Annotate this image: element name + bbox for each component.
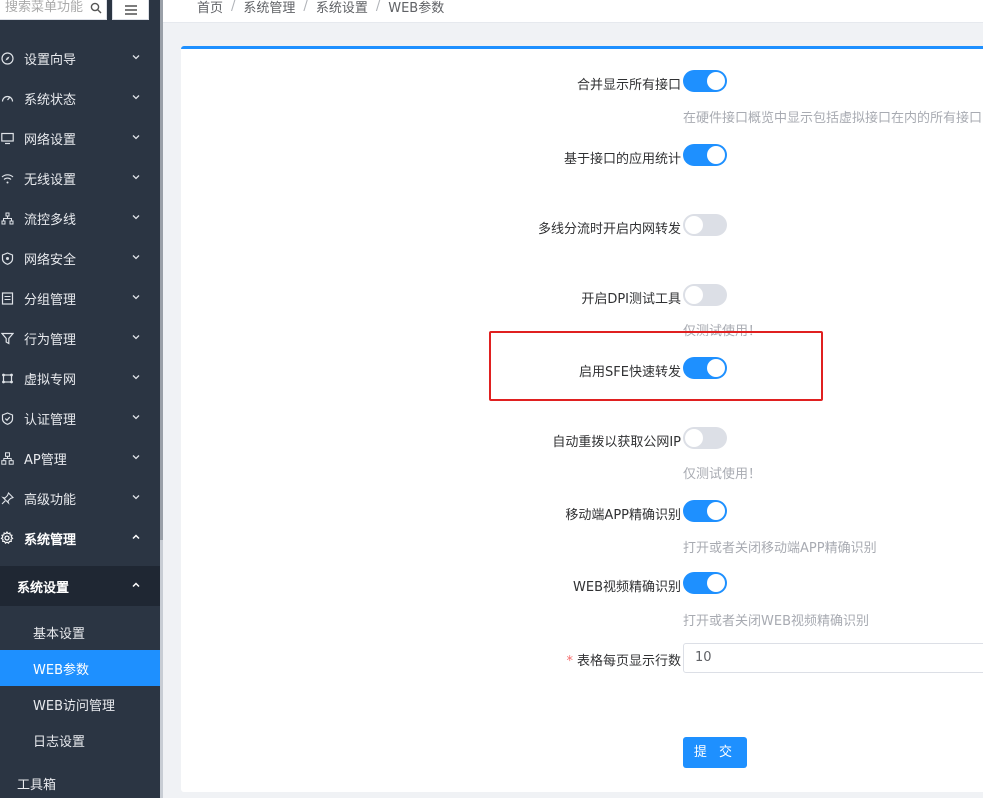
wifi-icon: [0, 171, 14, 185]
sidebar: 搜索菜单功能 设置向导 系统状态 网络设置 无线设置 流控多线 网络安全 分组管…: [0, 0, 160, 798]
breadcrumb-current: WEB参数: [388, 0, 445, 16]
menu-item-flow-control[interactable]: 流控多线: [0, 198, 160, 238]
menu-item-behavior-management[interactable]: 行为管理: [0, 318, 160, 358]
auto-redial-hint: 仅测试使用！: [683, 467, 762, 482]
shield-icon: [0, 251, 14, 265]
breadcrumb-system-management[interactable]: 系统管理: [243, 0, 295, 16]
interface-app-stats-switch[interactable]: [683, 144, 727, 166]
mobile-app-recognition-switch[interactable]: [683, 500, 727, 522]
chevron-up-icon: [132, 582, 140, 588]
rows-per-page-label: * 表格每页显示行数: [381, 650, 681, 669]
menu-item-network-settings[interactable]: 网络设置: [0, 118, 160, 158]
filter-icon: [0, 331, 14, 345]
group-icon: [0, 291, 14, 305]
web-video-recognition-label: WEB视频精确识别: [573, 580, 681, 595]
menu-item-vpn[interactable]: 虚拟专网: [0, 358, 160, 398]
switch-knob: [707, 72, 725, 90]
web-video-recognition-switch[interactable]: [683, 572, 727, 594]
main-menu: 设置向导 系统状态 网络设置 无线设置 流控多线 网络安全 分组管理 行为管理 …: [0, 38, 160, 558]
menu-toggle-button[interactable]: [112, 0, 149, 20]
merge-interfaces-hint: 在硬件接口概览中显示包括虚拟接口在内的所有接口: [683, 111, 983, 126]
chevron-down-icon: [132, 55, 140, 60]
search-icon[interactable]: [90, 2, 102, 14]
sidebar-item-web-params[interactable]: WEB参数: [0, 650, 160, 686]
sidebar-item-web-access[interactable]: WEB访问管理: [0, 686, 160, 722]
search-row: 搜索菜单功能: [0, 0, 160, 22]
dpi-test-switch[interactable]: [683, 284, 727, 306]
compass-icon: [0, 51, 14, 65]
switch-knob: [685, 286, 703, 304]
auto-redial-switch[interactable]: [683, 427, 727, 449]
chevron-down-icon: [132, 215, 140, 220]
lan-forward-label: 多线分流时开启内网转发: [537, 222, 681, 237]
lan-forward-switch[interactable]: [683, 214, 727, 236]
breadcrumb-separator: /: [303, 0, 308, 14]
merge-interfaces-label: 合并显示所有接口: [576, 78, 681, 93]
submit-button[interactable]: 提 交: [683, 737, 747, 768]
chevron-down-icon: [132, 375, 140, 380]
switch-knob: [707, 146, 725, 164]
submenu-system-settings[interactable]: 系统设置: [0, 566, 160, 606]
topology-icon: [0, 451, 14, 465]
gauge-icon: [0, 91, 14, 105]
search-input[interactable]: 搜索菜单功能: [0, 0, 107, 20]
sidebar-item-toolbox[interactable]: 工具箱: [0, 766, 160, 798]
sidebar-scrollbar[interactable]: [160, 0, 163, 540]
dpi-test-label: 开启DPI测试工具: [581, 292, 681, 307]
web-video-recognition-hint: 打开或者关闭WEB视频精确识别: [683, 614, 869, 629]
mobile-app-recognition-label: 移动端APP精确识别: [565, 508, 681, 523]
breadcrumb-separator: /: [231, 0, 236, 14]
chevron-down-icon: [132, 95, 140, 100]
shield-check-icon: [0, 411, 14, 425]
chevron-down-icon: [132, 335, 140, 340]
rows-per-page-text: 表格每页显示行数: [576, 654, 681, 669]
menu-item-auth-management[interactable]: 认证管理: [0, 398, 160, 438]
chevron-down-icon: [132, 495, 140, 500]
mobile-app-recognition-hint: 打开或者关闭移动端APP精确识别: [683, 541, 877, 556]
required-mark: *: [566, 654, 573, 669]
switch-knob: [685, 429, 703, 447]
switch-knob: [685, 216, 703, 234]
submenu-list: 基本设置 WEB参数 WEB访问管理 日志设置: [0, 614, 160, 758]
chevron-down-icon: [132, 255, 140, 260]
search-placeholder: 搜索菜单功能: [5, 0, 84, 15]
menu-item-setup-wizard[interactable]: 设置向导: [0, 38, 160, 78]
vpn-icon: [0, 371, 14, 385]
gear-icon: [0, 531, 14, 545]
breadcrumb-home[interactable]: 首页: [197, 0, 223, 16]
network-tree-icon: [0, 211, 14, 225]
pin-icon: [0, 491, 14, 505]
menu-item-network-security[interactable]: 网络安全: [0, 238, 160, 278]
monitor-icon: [0, 131, 14, 145]
sidebar-item-log-settings[interactable]: 日志设置: [0, 722, 160, 758]
breadcrumb: 首页 / 系统管理 / 系统设置 / WEB参数: [197, 0, 444, 16]
chevron-down-icon: [132, 295, 140, 300]
menu-item-group-management[interactable]: 分组管理: [0, 278, 160, 318]
menu-item-advanced-features[interactable]: 高级功能: [0, 478, 160, 518]
highlight-annotation-box: [489, 331, 823, 401]
interface-app-stats-label: 基于接口的应用统计: [563, 152, 681, 167]
menu-item-wireless-settings[interactable]: 无线设置: [0, 158, 160, 198]
switch-knob: [707, 574, 725, 592]
merge-interfaces-switch[interactable]: [683, 70, 727, 92]
chevron-up-icon: [132, 534, 140, 540]
sidebar-item-basic-settings[interactable]: 基本设置: [0, 614, 160, 650]
chevron-down-icon: [132, 175, 140, 180]
chevron-down-icon: [132, 415, 140, 420]
switch-knob: [707, 502, 725, 520]
auto-redial-label: 自动重拨以获取公网IP: [552, 435, 681, 450]
menu-item-system-management[interactable]: 系统管理: [0, 518, 160, 558]
chevron-down-icon: [132, 135, 140, 140]
menu-item-ap-management[interactable]: AP管理: [0, 438, 160, 478]
rows-per-page-input[interactable]: 10: [683, 643, 983, 673]
menu-item-system-status[interactable]: 系统状态: [0, 78, 160, 118]
breadcrumb-separator: /: [375, 0, 381, 14]
chevron-down-icon: [132, 455, 140, 460]
hamburger-icon: [124, 4, 137, 15]
breadcrumb-system-settings[interactable]: 系统设置: [316, 0, 368, 16]
settings-card: 合并显示所有接口 在硬件接口概览中显示包括虚拟接口在内的所有接口 基于接口的应用…: [181, 46, 983, 792]
